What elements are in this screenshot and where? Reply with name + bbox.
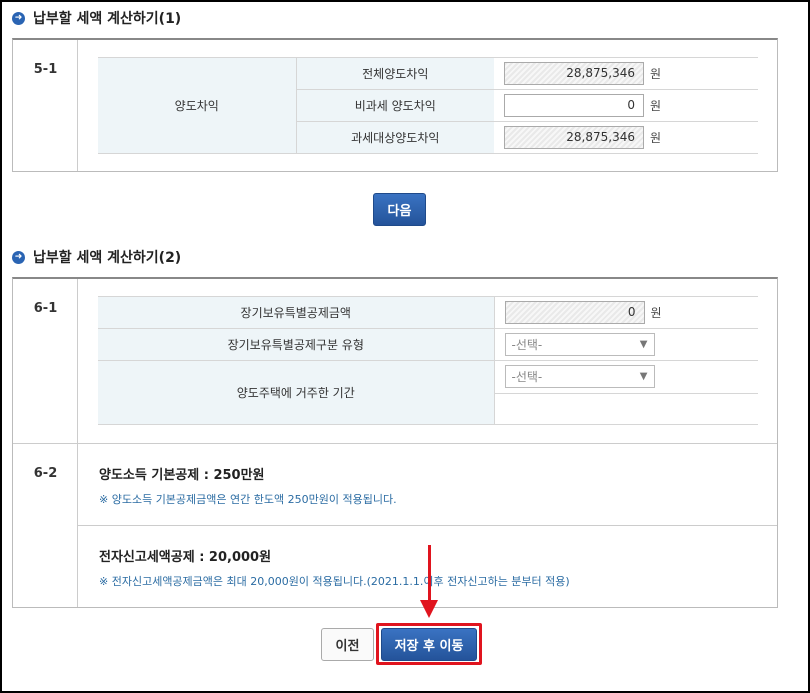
chevron-down-icon: ▼: [639, 371, 648, 382]
long-term-deduction-amount-value: 0: [504, 301, 645, 324]
section-divider: [13, 443, 777, 444]
section2-number-b: 6-2: [33, 466, 58, 481]
select-value: -선택-: [511, 370, 543, 384]
long-term-deduction-type-cell: -선택- ▼: [494, 328, 758, 361]
chevron-down-icon: ▼: [639, 339, 648, 350]
total-transfer-gain-cell: 28,875,346 원: [494, 57, 758, 90]
select-value: -선택-: [511, 338, 543, 352]
section1-title-text: 납부할 세액 계산하기(1): [33, 11, 182, 27]
section2-title-text: 납부할 세액 계산하기(2): [33, 250, 182, 266]
basic-deduction-title: 양도소득 기본공제 : 250만원: [99, 468, 265, 483]
section2-number-a: 6-1: [33, 301, 58, 316]
unit-won: 원: [650, 131, 662, 145]
e-filing-credit-note: ※ 전자신고세액공제금액은 최대 20,000원이 적용됩니다.(2021.1.…: [99, 575, 570, 588]
long-term-deduction-table: 장기보유특별공제금액 0원 장기보유특별공제구분 유형 -선택- ▼ 양도주택에 …: [98, 296, 758, 425]
long-term-deduction-type-select[interactable]: -선택- ▼: [504, 333, 655, 356]
taxable-transfer-gain-value: 28,875,346: [504, 126, 644, 149]
nontaxable-transfer-gain-cell: 0원: [494, 89, 758, 122]
arrow-right-circle-icon: ➜: [12, 11, 25, 25]
prev-button[interactable]: 이전: [321, 628, 374, 661]
deduction-divider: [78, 525, 777, 526]
residence-period-cell: -선택- ▼: [494, 360, 758, 425]
section1-number: 5-1: [33, 62, 58, 77]
unit-won: 원: [650, 67, 662, 81]
taxable-transfer-gain-cell: 28,875,346 원: [494, 121, 758, 154]
unit-won: 원: [650, 306, 662, 320]
arrow-down-icon: [420, 600, 438, 618]
section1-title: ➜ 납부할 세액 계산하기(1): [12, 8, 181, 28]
section2-title: ➜ 납부할 세액 계산하기(2): [12, 247, 181, 267]
transfer-gain-group-label: 양도차익: [98, 57, 297, 154]
arrow-right-circle-icon: ➜: [12, 250, 25, 264]
long-term-deduction-amount-cell: 0원: [494, 296, 758, 329]
residence-period-label: 양도주택에 거주한 기간: [98, 360, 495, 425]
taxable-transfer-gain-label: 과세대상양도차익: [296, 121, 494, 154]
basic-deduction-note: ※ 양도소득 기본공제금액은 연간 한도액 250만원이 적용됩니다.: [99, 493, 397, 506]
save-and-move-button[interactable]: 저장 후 이동: [381, 628, 477, 661]
annotation-arrow-shaft: [428, 545, 431, 605]
section1-number-column: [13, 40, 78, 171]
transfer-gain-table: 양도차익 전체양도차익 28,875,346 원 비과세 양도차익 0원 과세대상…: [98, 57, 758, 154]
residence-period-select[interactable]: -선택- ▼: [504, 365, 655, 388]
unit-won: 원: [650, 99, 662, 113]
row-divider: [494, 393, 758, 394]
total-transfer-gain-label: 전체양도차익: [296, 57, 494, 90]
nontaxable-transfer-gain-input[interactable]: 0: [504, 94, 644, 117]
next-button[interactable]: 다음: [373, 193, 426, 226]
nontaxable-transfer-gain-label: 비과세 양도차익: [296, 89, 494, 122]
section1-box: 5-1 양도차익 전체양도차익 28,875,346 원 비과세 양도차익 0원 …: [12, 38, 778, 172]
total-transfer-gain-value: 28,875,346: [504, 62, 644, 85]
long-term-deduction-amount-label: 장기보유특별공제금액: [98, 296, 495, 329]
long-term-deduction-type-label: 장기보유특별공제구분 유형: [98, 328, 495, 361]
e-filing-credit-title: 전자신고세액공제 : 20,000원: [99, 550, 272, 565]
section2-box: 6-1 장기보유특별공제금액 0원 장기보유특별공제구분 유형 -선택- ▼ 양도…: [12, 277, 778, 608]
